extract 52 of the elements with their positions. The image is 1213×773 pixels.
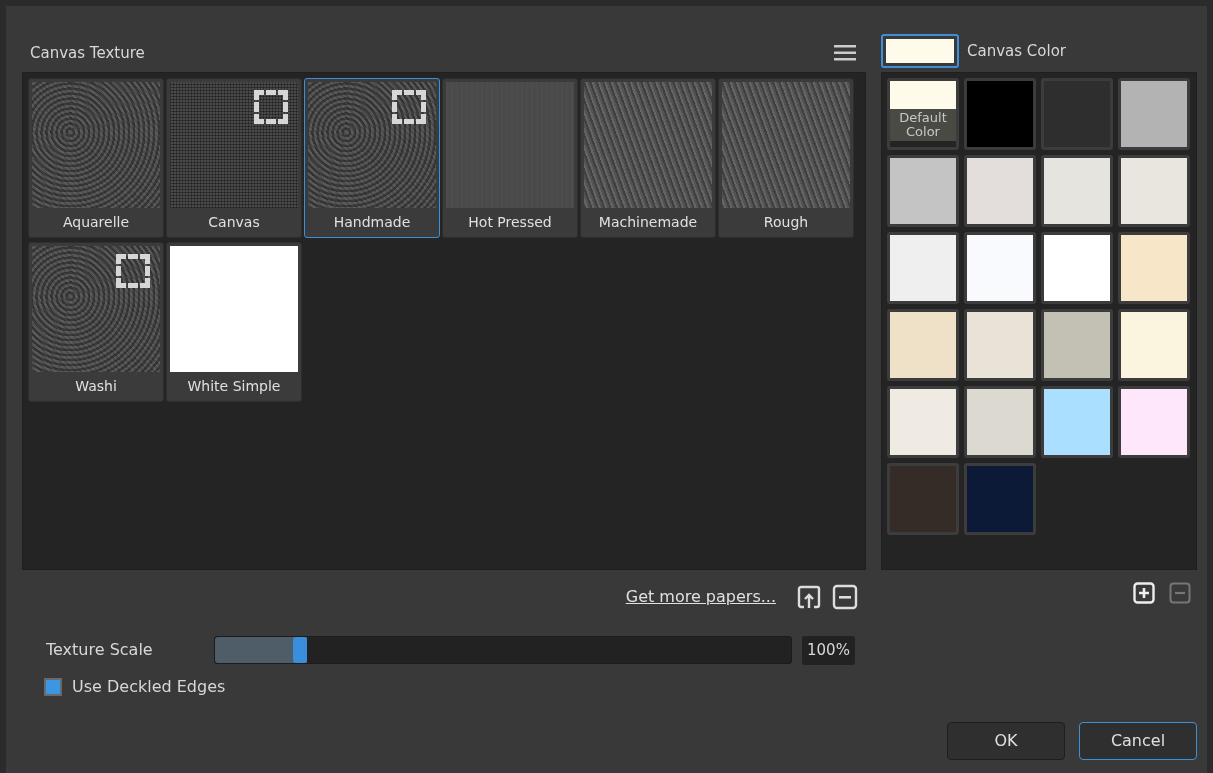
dialog-button[interactable]: OK	[947, 722, 1065, 760]
slider-label: Texture Scale	[46, 639, 154, 662]
color-swatch[interactable]	[1041, 309, 1113, 381]
import-icon[interactable]	[796, 584, 822, 610]
color-swatch[interactable]	[964, 78, 1036, 150]
texture-label: Machinemade	[597, 213, 699, 232]
texture-tile[interactable]: Hot Pressed	[442, 78, 578, 238]
color-swatch[interactable]	[1041, 155, 1113, 227]
texture-label: Rough	[762, 213, 810, 232]
texture-tile[interactable]: Canvas	[166, 78, 302, 238]
color-swatch[interactable]	[964, 386, 1036, 458]
color-swatch[interactable]	[887, 232, 959, 304]
checkbox-label: Use Deckled Edges	[72, 675, 226, 698]
texture-label: Handmade	[332, 213, 412, 232]
checkbox[interactable]	[44, 677, 62, 696]
color-swatch[interactable]	[1118, 386, 1190, 458]
color-swatch[interactable]	[964, 232, 1036, 304]
color-swatch[interactable]	[1118, 309, 1190, 381]
texture-label: Washi	[74, 377, 118, 396]
get-more-papers-link[interactable]: Get more papers...	[625, 585, 776, 609]
color-swatch[interactable]	[1041, 232, 1113, 304]
texture-tile[interactable]: Aquarelle	[28, 78, 164, 238]
color-swatch[interactable]	[1118, 232, 1190, 304]
color-swatch[interactable]	[887, 463, 959, 535]
texture-tile[interactable]: White Simple	[166, 242, 302, 402]
canvas-color-preview[interactable]	[881, 34, 959, 68]
texture-label: Aquarelle	[61, 213, 131, 232]
color-swatch[interactable]	[887, 386, 959, 458]
menu-icon[interactable]	[834, 44, 858, 62]
texture-label: Hot Pressed	[467, 213, 553, 232]
panel-title: Canvas Color	[967, 40, 1066, 62]
texture-tile[interactable]: Machinemade	[580, 78, 716, 238]
color-swatch[interactable]	[1041, 78, 1113, 150]
color-swatch[interactable]	[964, 463, 1036, 535]
add-icon[interactable]	[1133, 582, 1155, 604]
texture-tile[interactable]: Handmade	[304, 78, 440, 238]
texture-tile[interactable]: Rough	[718, 78, 854, 238]
texture-tile[interactable]: Washi	[28, 242, 164, 402]
color-swatch[interactable]	[964, 155, 1036, 227]
panel-title: Canvas Texture	[30, 42, 145, 64]
color-swatch[interactable]	[964, 309, 1036, 381]
color-swatch[interactable]: Default Color	[887, 78, 959, 150]
color-swatch[interactable]	[1118, 155, 1190, 227]
texture-scale-slider[interactable]	[214, 636, 792, 665]
color-swatch[interactable]	[887, 155, 959, 227]
texture-label: White Simple	[186, 377, 282, 396]
color-swatch[interactable]	[1041, 386, 1113, 458]
scale-value: 100%	[802, 636, 855, 665]
texture-label: Canvas	[207, 213, 261, 232]
color-swatch[interactable]	[887, 309, 959, 381]
color-swatch[interactable]	[1118, 78, 1190, 150]
dialog-button[interactable]: Cancel	[1079, 722, 1197, 760]
